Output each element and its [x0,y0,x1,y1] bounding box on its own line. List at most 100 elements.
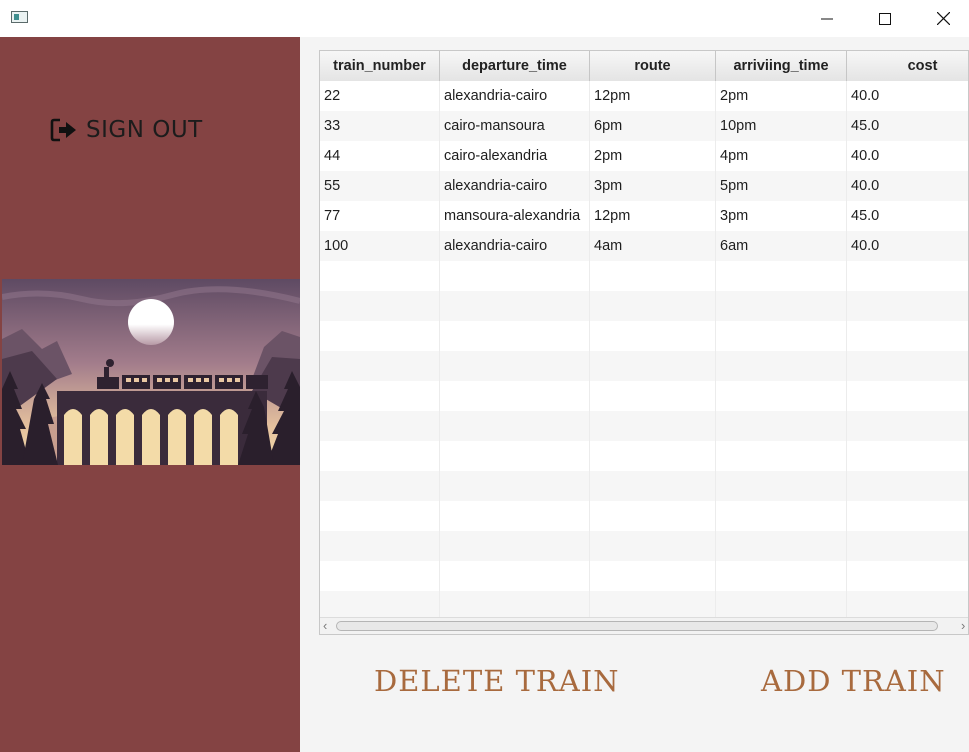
table-row[interactable]: 33 cairo-mansoura 6pm 10pm 45.0 [320,111,968,141]
table-header: train_number departure_time route arrivi… [320,51,968,82]
scrollbar-thumb[interactable] [336,621,938,631]
route-cell [590,261,716,291]
table-row[interactable]: 55 alexandria-cairo 3pm 5pm 40.0 [320,171,968,201]
table-row[interactable]: 77 mansoura-alexandria 12pm 3pm 45.0 [320,201,968,231]
route-cell [590,441,716,471]
train-number-cell [320,471,440,501]
cost-cell [847,501,968,531]
train-number-cell [320,531,440,561]
arriving-time-cell: 5pm [716,171,847,201]
arriving-time-cell [716,321,847,351]
departure-time-cell [440,561,590,591]
cost-cell: 45.0 [847,201,968,231]
route-cell [590,381,716,411]
departure-time-cell: mansoura-alexandria [440,201,590,231]
table-row[interactable]: 100 alexandria-cairo 4am 6am 40.0 [320,231,968,261]
close-button[interactable] [913,0,969,37]
arriving-time-cell [716,441,847,471]
route-cell: 3pm [590,171,716,201]
route-cell [590,561,716,591]
table-row[interactable] [320,381,968,411]
train-number-cell [320,441,440,471]
arriving-time-cell: 6am [716,231,847,261]
table-row[interactable] [320,471,968,501]
sign-out-icon [50,118,76,142]
cost-cell: 40.0 [847,171,968,201]
train-number-cell: 77 [320,201,440,231]
table-row[interactable] [320,561,968,591]
cost-cell [847,441,968,471]
departure-time-cell [440,351,590,381]
sign-out-label: SIGN OUT [86,117,203,143]
table-row[interactable] [320,441,968,471]
route-cell [590,321,716,351]
departure-time-cell [440,501,590,531]
cost-cell: 40.0 [847,231,968,261]
table-row[interactable] [320,501,968,531]
sign-out-button[interactable]: SIGN OUT [50,117,203,143]
maximize-button[interactable] [855,0,915,37]
train-number-cell [320,411,440,441]
route-cell: 12pm [590,201,716,231]
table-row[interactable] [320,321,968,351]
departure-time-cell [440,381,590,411]
route-cell: 12pm [590,81,716,111]
add-train-button[interactable]: ADD TRAIN [761,664,946,698]
column-header-train-number[interactable]: train_number [320,51,440,81]
cost-cell [847,561,968,591]
train-number-cell [320,351,440,381]
train-number-cell: 55 [320,171,440,201]
route-cell: 4am [590,231,716,261]
departure-time-cell: alexandria-cairo [440,81,590,111]
minimize-button[interactable] [797,0,857,37]
horizontal-scrollbar[interactable]: ‹ › [320,617,968,634]
route-cell [590,351,716,381]
route-cell [590,411,716,441]
cost-cell [847,321,968,351]
arriving-time-cell [716,351,847,381]
column-header-cost[interactable]: cost [847,51,968,81]
table-row[interactable]: 44 cairo-alexandria 2pm 4pm 40.0 [320,141,968,171]
scroll-left-icon[interactable]: ‹ [323,619,327,633]
cost-cell [847,471,968,501]
table-row[interactable] [320,291,968,321]
route-cell [590,531,716,561]
arriving-time-cell: 10pm [716,111,847,141]
close-icon [936,12,950,25]
arriving-time-cell: 2pm [716,81,847,111]
arriving-time-cell [716,381,847,411]
cost-cell: 40.0 [847,141,968,171]
cost-cell [847,531,968,561]
column-header-departure-time[interactable]: departure_time [440,51,590,81]
train-number-cell: 100 [320,231,440,261]
departure-time-cell: alexandria-cairo [440,171,590,201]
title-bar [0,0,969,37]
scroll-right-icon[interactable]: › [961,619,965,633]
table-row[interactable] [320,531,968,561]
column-header-route[interactable]: route [590,51,716,81]
cost-cell: 45.0 [847,111,968,141]
train-number-cell [320,501,440,531]
cost-cell: 40.0 [847,81,968,111]
arriving-time-cell [716,411,847,441]
departure-time-cell [440,291,590,321]
cost-cell [847,291,968,321]
train-illustration [2,279,300,465]
arriving-time-cell: 3pm [716,201,847,231]
train-number-cell [320,381,440,411]
table-row[interactable] [320,261,968,291]
column-header-arriving-time[interactable]: arriviing_time [716,51,847,81]
cost-cell [847,381,968,411]
minimize-icon [821,18,833,19]
delete-train-button[interactable]: DELETE TRAIN [374,664,620,698]
table-row[interactable]: 22 alexandria-cairo 12pm 2pm 40.0 [320,81,968,111]
trains-table[interactable]: train_number departure_time route arrivi… [319,50,969,635]
departure-time-cell: cairo-alexandria [440,141,590,171]
route-cell [590,471,716,501]
cost-cell [847,351,968,381]
departure-time-cell: cairo-mansoura [440,111,590,141]
train-number-cell [320,291,440,321]
cost-cell [847,261,968,291]
table-row[interactable] [320,411,968,441]
table-row[interactable] [320,351,968,381]
